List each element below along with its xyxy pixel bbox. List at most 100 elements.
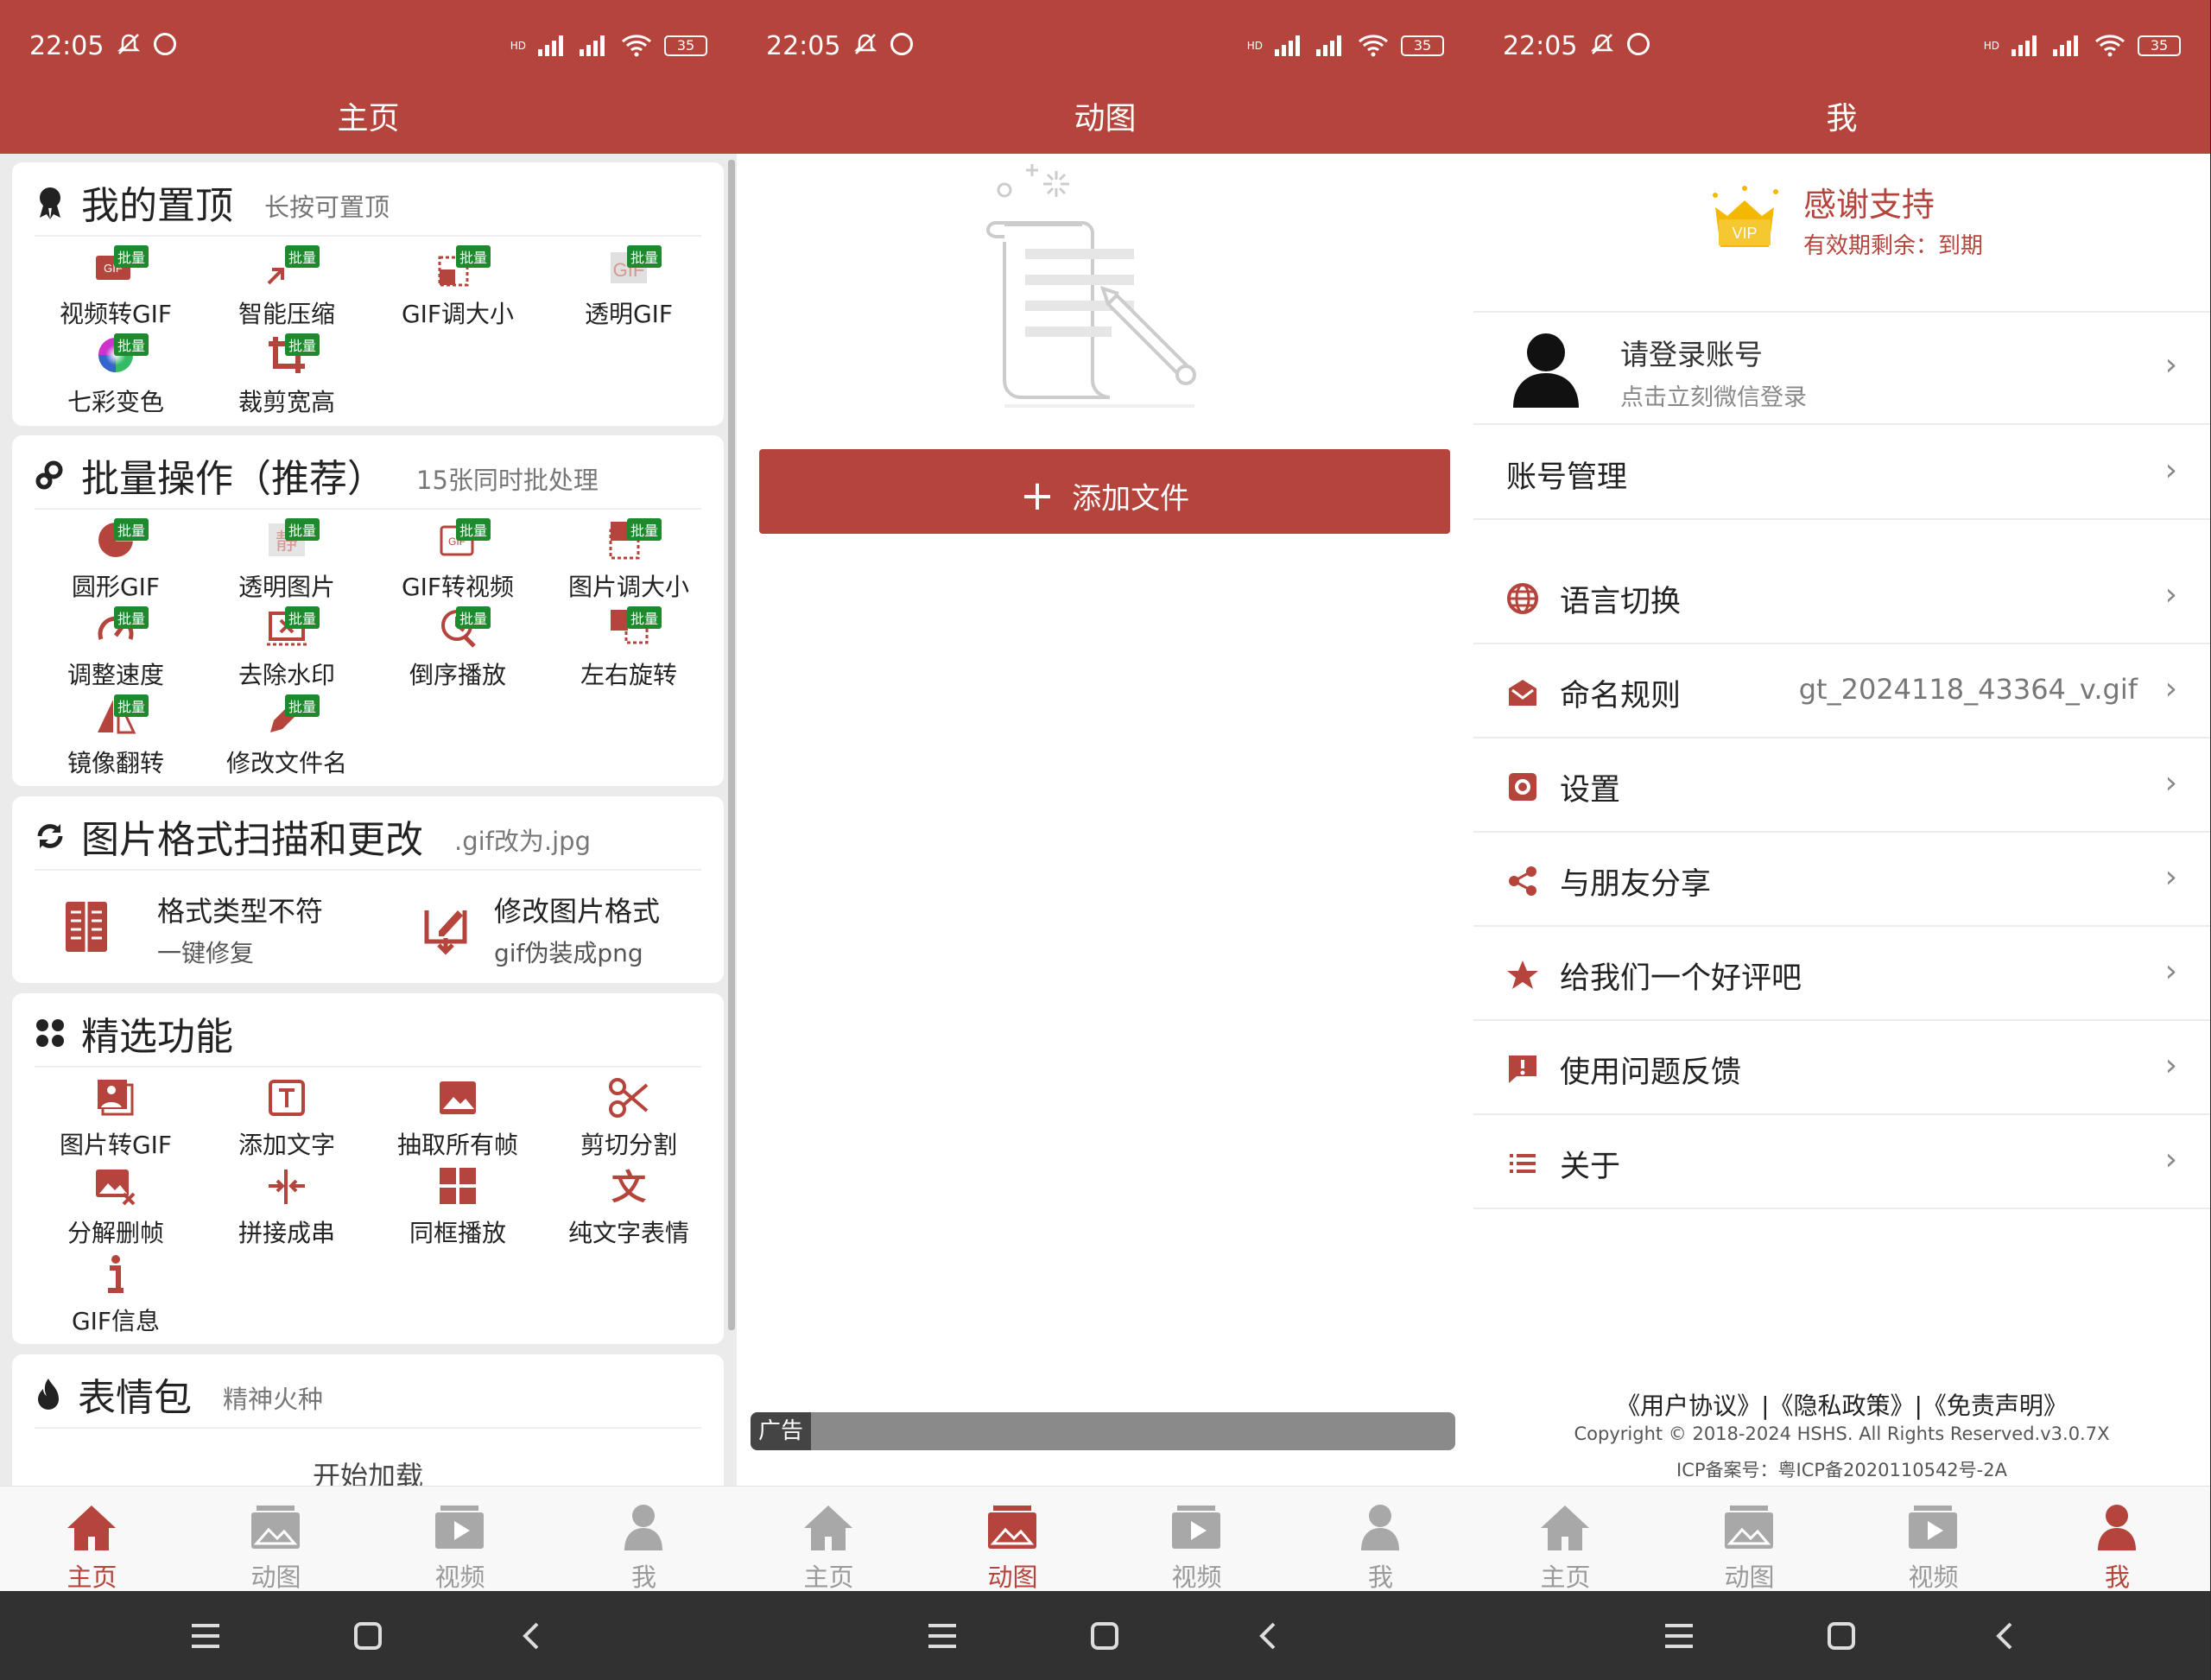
tab-home[interactable]: 主页	[0, 1487, 184, 1592]
add-file-label: 添加文件	[1072, 481, 1190, 517]
featured-item-3[interactable]: 剪切分割	[544, 1076, 713, 1163]
menu-nav-icon[interactable]	[923, 1617, 961, 1655]
footer-links[interactable]: 《用户协议》|《隐私政策》|《免责声明》	[1473, 1387, 2210, 1422]
batch-item-5[interactable]: 批量 去除水印	[202, 606, 371, 693]
tab-person[interactable]: 我	[1289, 1487, 1473, 1592]
menu-row-4[interactable]: 给我们一个好评吧 ›	[1473, 928, 2210, 1021]
menu-label: 与朋友分享	[1560, 867, 1712, 902]
menu-row-3[interactable]: 与朋友分享 ›	[1473, 834, 2210, 927]
home-nav-icon[interactable]	[1086, 1617, 1124, 1655]
person-icon	[2089, 1502, 2144, 1552]
menu-row-2[interactable]: 设置 ›	[1473, 739, 2210, 833]
back-nav-icon[interactable]	[1250, 1617, 1288, 1655]
video-icon	[1169, 1502, 1224, 1552]
list-icon	[1506, 1147, 1539, 1180]
featured-item-0[interactable]: 图片转GIF	[31, 1076, 200, 1163]
join-icon	[265, 1164, 308, 1208]
batch-badge: 批量	[285, 333, 320, 356]
featured-item-2[interactable]: 抽取所有帧	[373, 1076, 542, 1163]
featured-label: 添加文字	[238, 1131, 335, 1159]
featured-item-1[interactable]: 添加文字	[202, 1076, 371, 1163]
alarm-icon	[1627, 33, 1650, 55]
back-nav-icon[interactable]	[1986, 1617, 2024, 1655]
format-change-item[interactable]: 修改图片格式 gif伪装成png	[421, 890, 715, 967]
status-bar: 22:05 HD 35	[1503, 31, 2181, 62]
globe-icon	[1506, 582, 1539, 615]
tab-video[interactable]: 视频	[1105, 1487, 1289, 1592]
home-nav-icon[interactable]	[1822, 1617, 1860, 1655]
pinned-item-4[interactable]: 批量 七彩变色	[31, 333, 200, 420]
ad-banner[interactable]: 广告	[751, 1412, 1455, 1450]
chevron-right-icon: ›	[2164, 859, 2177, 895]
batch-item-4[interactable]: 批量 调整速度	[31, 606, 200, 693]
pinned-item-2[interactable]: 批量 GIF调大小	[373, 245, 542, 332]
menu-nav-icon[interactable]	[1660, 1617, 1698, 1655]
featured-item-6[interactable]: 同框播放	[373, 1164, 542, 1251]
tab-video[interactable]: 视频	[1841, 1487, 2025, 1592]
tab-gallery[interactable]: 动图	[1657, 1487, 1841, 1592]
alarm-icon	[890, 33, 913, 55]
tab-gallery[interactable]: 动图	[921, 1487, 1105, 1592]
info-icon	[94, 1252, 137, 1296]
batch-item-6[interactable]: 批量 倒序播放	[373, 606, 542, 693]
vip-subtitle: 有效期剩余：到期	[1803, 233, 1984, 259]
account-row[interactable]: 账号管理 ›	[1473, 427, 2210, 520]
pinned-label: 七彩变色	[67, 388, 164, 416]
batch-item-0[interactable]: 批量 圆形GIF	[31, 518, 200, 605]
batch-label: GIF转视频	[401, 573, 515, 601]
video-icon	[432, 1502, 487, 1552]
add-file-button[interactable]: + 添加文件	[759, 449, 1450, 534]
back-nav-icon[interactable]	[513, 1617, 551, 1655]
battery-icon: 35	[1401, 35, 1444, 56]
tab-person[interactable]: 我	[552, 1487, 736, 1592]
vip-banner[interactable]: VIP 感谢支持 有效期剩余：到期	[1707, 178, 2000, 264]
featured-item-7[interactable]: 文纯文字表情	[544, 1164, 713, 1251]
tab-person[interactable]: 我	[2025, 1487, 2209, 1592]
featured-label: 纯文字表情	[567, 1219, 689, 1247]
batch-item-7[interactable]: 批量 左右旋转	[544, 606, 713, 693]
tab-video[interactable]: 视频	[368, 1487, 552, 1592]
menu-row-6[interactable]: 关于 ›	[1473, 1116, 2210, 1209]
grid-play-icon	[436, 1164, 479, 1208]
pinned-item-3[interactable]: GIF 批量 透明GIF	[544, 245, 713, 332]
batch-label: 图片调大小	[567, 573, 689, 601]
mute-bell-icon	[117, 34, 141, 54]
tab-bar: 主页 动图 视频 我	[0, 1486, 737, 1592]
tab-gallery[interactable]: 动图	[184, 1487, 368, 1592]
format-fix-sub: 一键修复	[157, 939, 255, 967]
menu-row-0[interactable]: 语言切换 ›	[1473, 551, 2210, 644]
featured-item-8[interactable]: GIF信息	[31, 1252, 200, 1339]
pinned-item-0[interactable]: GIF 批量 视频转GIF	[31, 245, 200, 332]
batch-item-3[interactable]: 批量 图片调大小	[544, 518, 713, 605]
menu-row-5[interactable]: 使用问题反馈 ›	[1473, 1022, 2210, 1115]
batch-item-9[interactable]: 批量 修改文件名	[202, 694, 371, 781]
image-to-gif-icon	[94, 1076, 137, 1119]
featured-title: 精选功能	[81, 1015, 233, 1059]
home-nav-icon[interactable]	[349, 1617, 387, 1655]
batch-badge: 批量	[285, 694, 320, 717]
battery-icon: 35	[2138, 35, 2181, 56]
batch-item-8[interactable]: 批量 镜像翻转	[31, 694, 200, 781]
tab-home[interactable]: 主页	[737, 1487, 921, 1592]
batch-item-1[interactable]: 静批量 透明图片	[202, 518, 371, 605]
format-fix-item[interactable]: 格式类型不符 一键修复	[64, 890, 349, 967]
batch-item-2[interactable]: GIF 批量 GIF转视频	[373, 518, 542, 605]
pinned-subtitle: 长按可置顶	[264, 193, 390, 222]
dots-icon	[36, 1019, 64, 1047]
pinned-item-1[interactable]: 批量 智能压缩	[202, 245, 371, 332]
menu-nav-icon[interactable]	[187, 1617, 225, 1655]
menu-row-1[interactable]: 命名规则 gt_2024118_43364_v.gif ›	[1473, 645, 2210, 739]
format-card: 图片格式扫描和更改 .gif改为.jpg 格式类型不符 一键修复 修改图片格式 …	[12, 796, 724, 983]
featured-item-4[interactable]: 分解删帧	[31, 1164, 200, 1251]
featured-item-5[interactable]: 拼接成串	[202, 1164, 371, 1251]
tab-home[interactable]: 主页	[1473, 1487, 1657, 1592]
tab-label: 我	[630, 1563, 656, 1592]
tab-label: 动图	[1724, 1563, 1775, 1592]
login-row[interactable]: 请登录账号 点击立刻微信登录 ›	[1473, 313, 2210, 425]
add-text-icon	[265, 1076, 308, 1119]
account-label: 账号管理	[1506, 460, 1628, 495]
tab-label: 动图	[250, 1563, 301, 1592]
scrollbar[interactable]	[728, 160, 735, 1330]
pinned-item-5[interactable]: 批量 裁剪宽高	[202, 333, 371, 420]
chevron-right-icon: ›	[2164, 954, 2177, 989]
